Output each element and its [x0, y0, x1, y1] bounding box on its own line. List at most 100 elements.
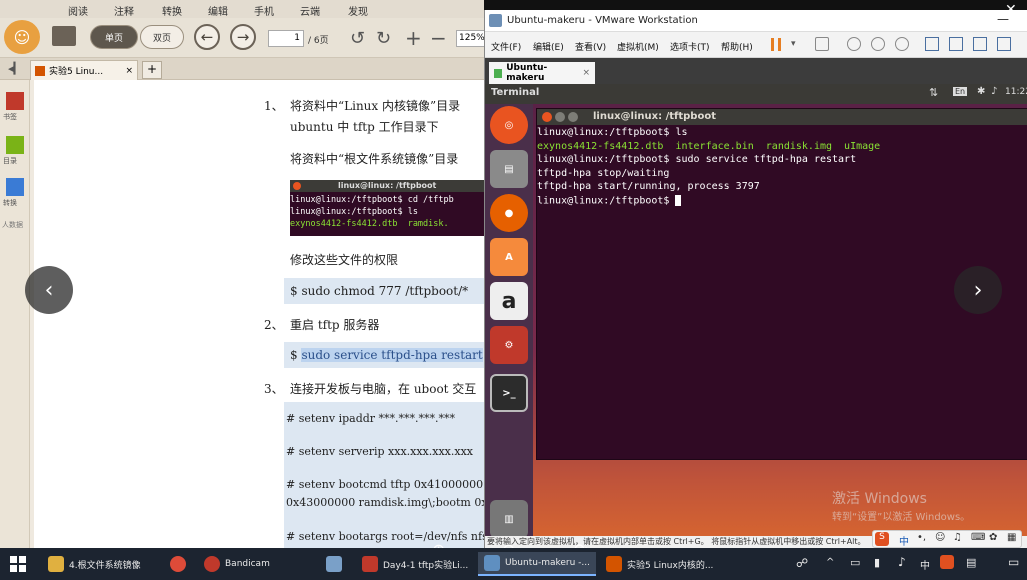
- close-window-icon[interactable]: [542, 112, 552, 122]
- ime-emoji-icon[interactable]: ☺: [935, 532, 945, 543]
- bluetooth-icon[interactable]: ✱: [977, 86, 985, 97]
- open-folder-icon[interactable]: [52, 26, 76, 46]
- document-tab[interactable]: 实验5 Linu... ×: [30, 60, 138, 80]
- terminal-line: exynos4412-fs4412.dtb interface.bin rand…: [537, 140, 881, 152]
- viewer-close-icon[interactable]: ✕: [1005, 2, 1017, 18]
- activate-windows-text: 转到“设置”以激活 Windows。: [832, 512, 971, 523]
- clock[interactable]: 11:22: [1005, 87, 1027, 97]
- speaker-icon[interactable]: ♪: [898, 555, 906, 569]
- menu-annotate[interactable]: 注释: [114, 3, 134, 18]
- thumbnail-icon[interactable]: [949, 37, 963, 51]
- zoom-level[interactable]: 125%: [456, 30, 484, 47]
- taskbar-item-day4[interactable]: Day4-1 tftp实验Li...: [356, 552, 474, 576]
- menu-mobile[interactable]: 手机: [254, 3, 274, 18]
- ime-punct-icon[interactable]: •,: [917, 532, 926, 543]
- prev-page-icon[interactable]: ←: [194, 24, 220, 50]
- menu-view[interactable]: 查看(V): [575, 40, 606, 53]
- close-vm-tab-icon[interactable]: ×: [582, 68, 590, 78]
- rotate-right-icon[interactable]: ↻: [376, 28, 391, 49]
- double-page-button[interactable]: 双页: [140, 25, 184, 49]
- embedded-terminal-title: linux@linux: /tftpboot: [290, 180, 484, 192]
- convert-icon[interactable]: [6, 178, 24, 196]
- files-icon[interactable]: ▤: [490, 150, 528, 188]
- menu-read[interactable]: 阅读: [68, 3, 88, 18]
- toc-icon[interactable]: [6, 136, 24, 154]
- page-number-input[interactable]: 1: [268, 30, 304, 47]
- vm-tab[interactable]: Ubuntu-makeru ×: [489, 62, 595, 84]
- tray-app-icon[interactable]: ▭: [850, 556, 860, 569]
- network-icon[interactable]: ⇅: [929, 86, 938, 99]
- software-center-icon[interactable]: A: [490, 238, 528, 276]
- single-page-button[interactable]: 单页: [90, 25, 138, 49]
- reader-toolbar: ☺ 单页 双页 ← → 1 / 6页 ↺ ↻ + − 125%: [0, 18, 484, 58]
- collapse-sidebar-icon[interactable]: ◂▎: [8, 62, 22, 75]
- new-tab-button[interactable]: +: [142, 61, 162, 79]
- battery-icon[interactable]: ▮: [874, 556, 880, 569]
- dash-home-icon[interactable]: ◎: [490, 106, 528, 144]
- next-page-icon[interactable]: →: [230, 24, 256, 50]
- snapshot-icon[interactable]: [847, 37, 861, 51]
- zoom-in-icon[interactable]: +: [405, 26, 422, 50]
- menu-discover[interactable]: 发现: [348, 3, 368, 18]
- taskbar-item-bandicam[interactable]: Bandicam: [198, 552, 316, 576]
- menu-convert[interactable]: 转换: [162, 3, 182, 18]
- ime-toolbar[interactable]: S 中 •, ☺ ♫ ⌨ ✿ ▦: [872, 530, 1022, 548]
- ubuntu-launcher: ◎ ▤ ● A a ⚙ >_ ▥: [485, 104, 533, 548]
- dropdown-arrow-icon[interactable]: ▾: [791, 39, 796, 49]
- amazon-icon[interactable]: a: [490, 282, 528, 320]
- ime-tools-icon[interactable]: ▦: [1007, 532, 1016, 543]
- zoom-out-icon[interactable]: −: [430, 26, 447, 50]
- ime-keyboard-icon[interactable]: ⌨: [971, 532, 985, 543]
- menu-edit[interactable]: 编辑(E): [533, 40, 564, 53]
- revert-snapshot-icon[interactable]: [871, 37, 885, 51]
- system-settings-icon[interactable]: ⚙: [490, 326, 528, 364]
- action-center-icon[interactable]: ▤: [966, 556, 976, 569]
- menu-cloud[interactable]: 云端: [300, 3, 320, 18]
- reader-logo-icon[interactable]: ☺: [4, 20, 40, 54]
- fullscreen-icon[interactable]: [973, 37, 987, 51]
- menu-file[interactable]: 文件(F): [491, 40, 521, 53]
- taskbar-item-chrome[interactable]: [164, 552, 194, 576]
- close-tab-icon[interactable]: ×: [125, 66, 133, 76]
- activate-windows-title: 激活 Windows: [832, 491, 927, 507]
- sogou-ime-icon[interactable]: [940, 555, 954, 569]
- trash-icon[interactable]: ▥: [490, 500, 528, 538]
- ime-mode[interactable]: 中: [899, 533, 909, 548]
- send-ctrl-alt-del-icon[interactable]: [815, 37, 829, 51]
- doc-text: 连接开发板与电脑，在 uboot 交互: [290, 382, 477, 396]
- notification-icon[interactable]: ▭: [1008, 555, 1019, 569]
- taskbar-item-folder[interactable]: 4.根文件系统镜像: [42, 552, 160, 576]
- taskbar-item-image[interactable]: [320, 552, 350, 576]
- menu-edit[interactable]: 编辑: [208, 3, 228, 18]
- menu-help[interactable]: 帮助(H): [721, 40, 753, 53]
- bookmark-icon[interactable]: [6, 92, 24, 110]
- terminal-line: linux@linux:/tftpboot$ ls: [537, 127, 688, 138]
- embedded-terminal-line: linux@linux:/tftpboot$ cd /tftpb: [290, 195, 454, 205]
- ime-skin-icon[interactable]: ✿: [989, 532, 997, 543]
- start-icon[interactable]: [10, 556, 26, 572]
- tray-chevron-icon[interactable]: ^: [826, 557, 834, 568]
- maximize-window-icon[interactable]: [568, 112, 578, 122]
- pause-icon[interactable]: [771, 38, 781, 51]
- terminal-window[interactable]: linux@linux: /tftpboot linux@linux:/tftp…: [536, 108, 1027, 460]
- ime-voice-icon[interactable]: ♫: [953, 532, 962, 543]
- rotate-left-icon[interactable]: ↺: [350, 28, 365, 49]
- volume-icon[interactable]: ♪: [991, 86, 997, 97]
- keyboard-layout[interactable]: En: [953, 87, 968, 96]
- taskbar-item-reader[interactable]: 实验5 Linux内核的...: [600, 552, 718, 576]
- minimize-window-icon[interactable]: [555, 112, 565, 122]
- firefox-icon[interactable]: ●: [490, 194, 528, 232]
- next-image-button[interactable]: ›: [954, 266, 1002, 314]
- people-icon[interactable]: ☍: [796, 556, 808, 570]
- unity-icon[interactable]: [997, 37, 1011, 51]
- doc-text: 重启 tftp 服务器: [290, 318, 380, 332]
- selected-text[interactable]: sudo service tftpd-hpa restart: [301, 348, 483, 362]
- snapshot-manager-icon[interactable]: [895, 37, 909, 51]
- menu-tabs[interactable]: 选项卡(T): [670, 40, 710, 53]
- previous-image-button[interactable]: ‹: [25, 266, 73, 314]
- input-method-indicator[interactable]: 中: [920, 557, 930, 572]
- show-library-icon[interactable]: [925, 37, 939, 51]
- terminal-icon[interactable]: >_: [490, 374, 528, 412]
- menu-vm[interactable]: 虚拟机(M): [617, 40, 659, 53]
- taskbar-item-vmware[interactable]: Ubuntu-makeru -...: [478, 552, 596, 576]
